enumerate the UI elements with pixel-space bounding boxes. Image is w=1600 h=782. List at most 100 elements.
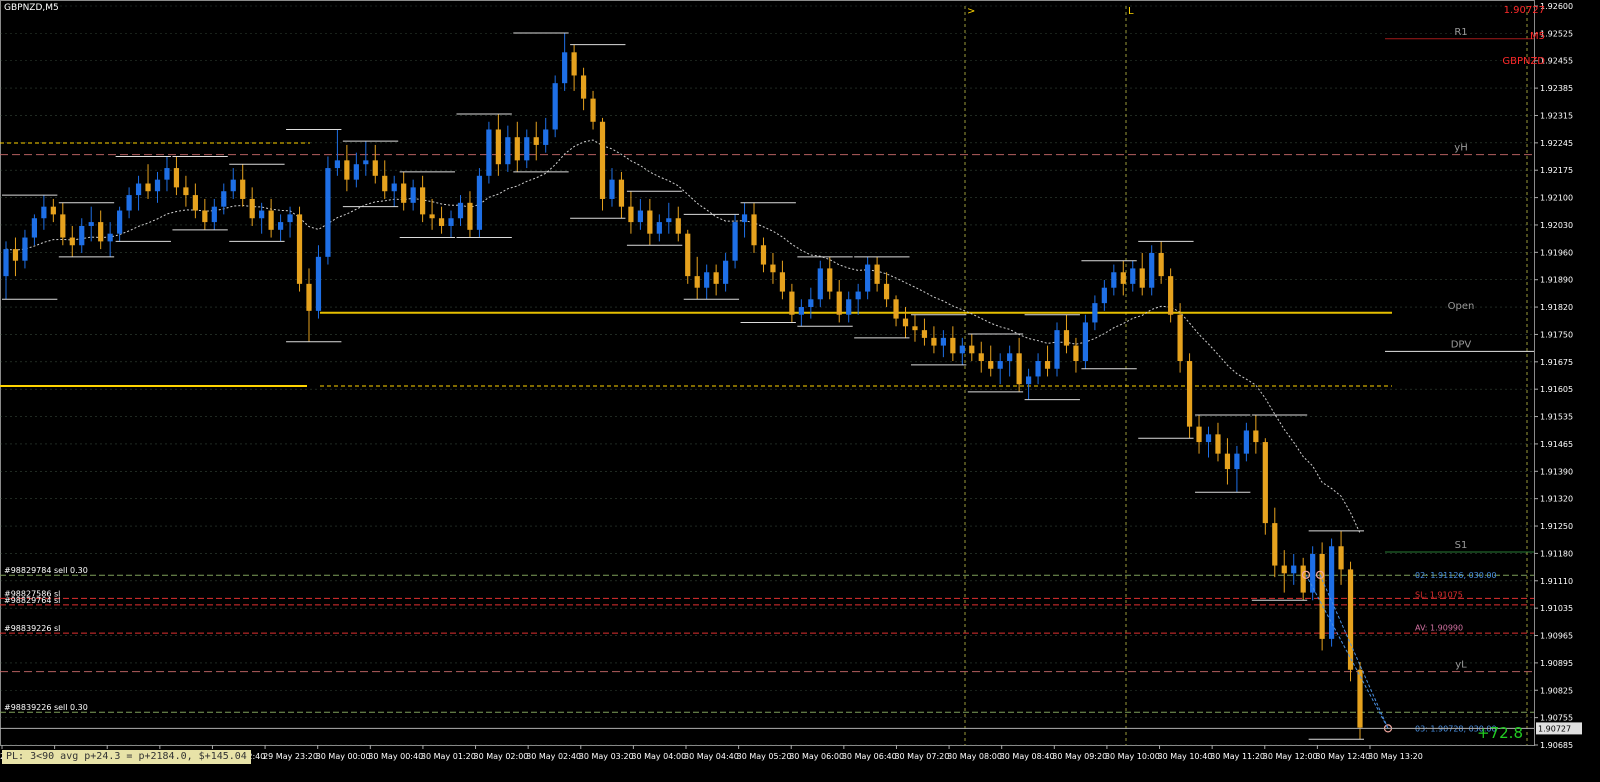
candle-body [1272, 523, 1278, 566]
candle [353, 152, 359, 188]
candle [277, 214, 284, 242]
x-tick-label: 30 May 10:40 [1158, 752, 1213, 761]
candle-body [808, 299, 814, 308]
candle-body [921, 330, 928, 338]
candle [808, 287, 814, 319]
candle-body [741, 214, 748, 223]
candle-body [675, 218, 681, 234]
candle [618, 171, 625, 219]
trade-link-line [1319, 574, 1389, 729]
candle [183, 175, 189, 207]
candle-body [268, 210, 274, 230]
candle [666, 202, 672, 234]
price-chart[interactable]: 1.926001.925251.924551.923851.923151.922… [0, 0, 1600, 782]
candle-body [1310, 553, 1316, 593]
candle [855, 283, 861, 315]
candle-body [950, 337, 956, 354]
candle [50, 198, 56, 223]
candle-body [126, 195, 132, 211]
x-tick-label: 30 May 00:40 [368, 752, 423, 761]
candle-body [685, 233, 691, 277]
candle-body [599, 121, 606, 199]
symbol-label: GBPNZD [1502, 56, 1545, 67]
candle [410, 179, 416, 211]
candle [893, 295, 899, 327]
candle [249, 187, 255, 226]
candle-body [883, 283, 890, 300]
candle [969, 334, 975, 362]
candle [145, 164, 151, 199]
candle-body [817, 268, 823, 300]
candle-body [959, 345, 965, 354]
candle-body [514, 137, 520, 161]
candle-body [353, 164, 359, 180]
candle-body [192, 195, 198, 211]
candle [779, 260, 786, 300]
candle [31, 214, 38, 246]
y-tick-label: 1.91035 [1540, 604, 1573, 613]
candle [656, 214, 662, 242]
candle-body [723, 260, 729, 284]
y-tick-label: 1.92175 [1540, 166, 1573, 175]
candle-body [1196, 426, 1202, 443]
candle [363, 141, 369, 176]
candle [865, 256, 871, 300]
candle-body [1168, 276, 1174, 315]
candle [1016, 337, 1022, 392]
candle-body [107, 233, 113, 242]
candle-body [457, 202, 464, 219]
candle [486, 121, 492, 184]
candle-body [1300, 565, 1306, 593]
candle [60, 202, 66, 246]
candle [173, 156, 180, 196]
candle-body [401, 183, 407, 203]
x-tick-label: 30 May 12:40 [1315, 752, 1370, 761]
candle [372, 144, 378, 184]
candle [685, 229, 691, 284]
candle-body [1025, 376, 1032, 385]
x-tick-label: 30 May 02:40 [526, 752, 581, 761]
candle [1310, 546, 1316, 601]
order-label: #98829764 sl [4, 596, 60, 605]
x-tick-label: 30 May 01:20 [421, 752, 476, 761]
candle-body [296, 214, 303, 284]
candle-body [779, 272, 786, 292]
candle [1130, 260, 1136, 292]
x-tick-label: 30 May 00:00 [316, 752, 371, 761]
candle [1101, 279, 1107, 311]
session-marker-label: L [1128, 6, 1134, 17]
candle [448, 210, 454, 238]
candle-body [249, 198, 255, 219]
x-tick-label: 30 May 06:40 [842, 752, 897, 761]
candle-body [1149, 252, 1155, 288]
symbol-title: GBPNZD,M5 [4, 3, 59, 13]
y-tick-label: 1.90965 [1540, 632, 1573, 641]
y-tick-label: 1.92100 [1540, 194, 1573, 203]
order-label: #98839226 sl [4, 624, 60, 633]
candle-body [1073, 345, 1079, 362]
candle-body [495, 129, 501, 165]
candle-body [1224, 453, 1231, 470]
candle [713, 264, 719, 296]
x-tick-label: 30 May 04:00 [631, 752, 686, 761]
candle-body [1120, 272, 1126, 284]
candle-body [1007, 353, 1013, 362]
candle-body [694, 276, 700, 288]
candle-body [476, 175, 483, 230]
candle-body [590, 98, 596, 122]
candle-body [997, 361, 1003, 369]
level-label-dpv: DPV [1451, 339, 1472, 350]
candle [874, 256, 880, 292]
candle-body [846, 299, 852, 315]
candle-body [486, 129, 492, 176]
candle-body [12, 249, 19, 261]
candle [344, 144, 350, 192]
candle-body [183, 187, 189, 196]
candle [325, 156, 331, 265]
candle-body [1338, 546, 1344, 570]
candle-body [770, 264, 776, 273]
candle-body [98, 222, 104, 242]
candle [770, 252, 776, 284]
candle [1139, 252, 1145, 296]
candle-body [1262, 442, 1268, 524]
